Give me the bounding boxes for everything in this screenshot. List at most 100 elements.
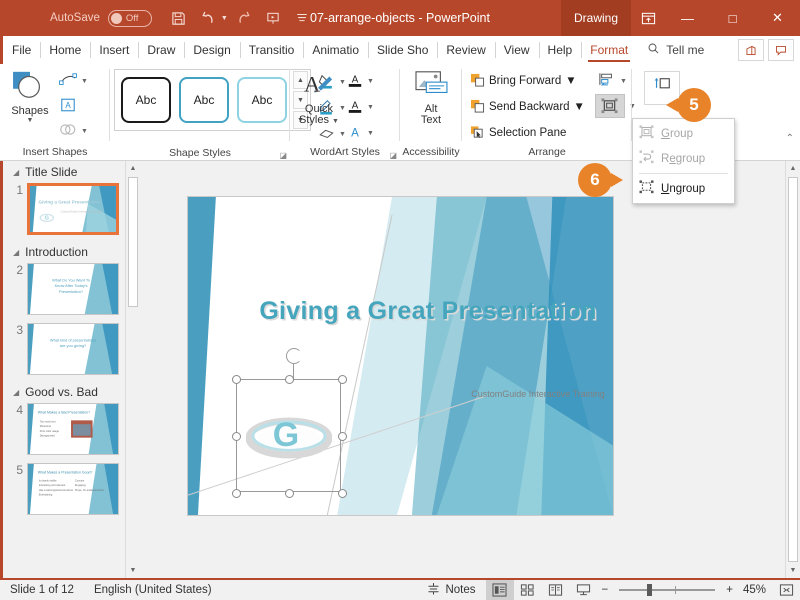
- selection-bounding-box[interactable]: [232, 348, 347, 498]
- share-icon[interactable]: [738, 39, 764, 61]
- slide-sorter-button[interactable]: [514, 580, 542, 600]
- tab-help[interactable]: Help: [538, 36, 582, 64]
- resize-handle-w[interactable]: [232, 432, 241, 441]
- collapse-ribbon-icon[interactable]: ⌃: [786, 133, 794, 144]
- resize-handle-n[interactable]: [285, 375, 294, 384]
- text-effects-button[interactable]: A ▼: [344, 121, 377, 145]
- language-indicator[interactable]: English (United States): [84, 584, 222, 596]
- shape-styles-dialog-launcher[interactable]: ◪: [279, 151, 287, 160]
- fit-slide-to-window-icon[interactable]: [772, 580, 800, 600]
- customize-quick-access-toolbar-icon[interactable]: [289, 5, 315, 31]
- shapes-dropdown-caret[interactable]: ▼: [27, 117, 34, 124]
- slide-thumbnail-2[interactable]: What Do You Want To Know After Today's P…: [27, 263, 119, 315]
- notes-button[interactable]: Notes: [417, 582, 485, 598]
- zoom-level-label[interactable]: 45%: [737, 584, 772, 596]
- shape-style-2[interactable]: Abc: [179, 77, 229, 123]
- align-objects-button[interactable]: ▼: [595, 69, 636, 93]
- merge-shapes-button[interactable]: ▼: [56, 119, 91, 143]
- wordart-styles-dialog-launcher[interactable]: ◪: [389, 151, 397, 160]
- collapse-triangle-icon[interactable]: ◢: [13, 388, 19, 397]
- tab-format[interactable]: Format: [581, 36, 637, 64]
- current-slide[interactable]: Giving a Great Presentation CustomGuide …: [187, 196, 614, 516]
- tab-slide-show[interactable]: Slide Sho: [368, 36, 437, 64]
- thumbnail-row-2[interactable]: 2 What Do You Want To Know After Today's…: [3, 261, 140, 321]
- canvas-scroll-down-icon[interactable]: ▼: [786, 563, 800, 578]
- autosave-toggle[interactable]: Off: [107, 9, 152, 27]
- thumbnail-pane-scrollbar[interactable]: ▲ ▼: [125, 161, 140, 578]
- text-effects-caret[interactable]: ▼: [367, 130, 374, 137]
- section-header-good-vs-bad[interactable]: ◢ Good vs. Bad: [3, 381, 140, 401]
- reading-view-button[interactable]: [542, 580, 570, 600]
- shape-style-3[interactable]: Abc: [237, 77, 287, 123]
- redo-icon[interactable]: [231, 5, 257, 31]
- slide-thumbnail-5[interactable]: What Makes a Presentation Good? Is clear…: [27, 463, 119, 515]
- tab-insert[interactable]: Insert: [90, 36, 138, 64]
- zoom-out-button[interactable]: −: [598, 584, 613, 596]
- menu-item-group[interactable]: Group: [633, 121, 734, 146]
- tab-view[interactable]: View: [494, 36, 539, 64]
- ribbon-display-options-icon[interactable]: [631, 0, 665, 36]
- alt-text-button[interactable]: Alt Text: [407, 67, 455, 128]
- tab-transitions[interactable]: Transitio: [239, 36, 304, 64]
- comments-icon[interactable]: [768, 39, 794, 61]
- scrollbar-thumb[interactable]: [128, 177, 138, 307]
- slideshow-button[interactable]: [570, 580, 598, 600]
- tab-draw[interactable]: Draw: [138, 36, 184, 64]
- slide-thumbnail-4[interactable]: What Makes a Bad Presentation? Too much …: [27, 403, 119, 455]
- resize-handle-ne[interactable]: [338, 375, 347, 384]
- tab-design[interactable]: Design: [184, 36, 239, 64]
- thumbnail-row-1[interactable]: 1 Giving a Great Presentation CustomGuid…: [3, 181, 140, 241]
- maximize-button[interactable]: □: [710, 0, 755, 36]
- thumbnail-row-4[interactable]: 4 What Makes a Bad Presentation? Too muc…: [3, 401, 140, 461]
- section-header-introduction[interactable]: ◢ Introduction: [3, 241, 140, 261]
- bring-forward-button[interactable]: Bring Forward ▼: [466, 69, 589, 93]
- slide-editing-canvas[interactable]: Giving a Great Presentation CustomGuide …: [140, 161, 800, 578]
- scroll-up-arrow-icon[interactable]: ▲: [126, 161, 140, 176]
- slide-counter[interactable]: Slide 1 of 12: [0, 584, 84, 596]
- tab-review[interactable]: Review: [437, 36, 494, 64]
- zoom-in-button[interactable]: +: [722, 584, 737, 596]
- tab-animations[interactable]: Animatio: [303, 36, 368, 64]
- shape-style-1[interactable]: Abc: [121, 77, 171, 123]
- slide-thumbnail-3[interactable]: What kind of presentations are you givin…: [27, 323, 119, 375]
- save-icon[interactable]: [166, 5, 192, 31]
- canvas-scroll-up-icon[interactable]: ▲: [786, 161, 800, 176]
- canvas-scrollbar[interactable]: ▲ ▼: [785, 161, 800, 578]
- send-backward-button[interactable]: Send Backward ▼: [466, 95, 589, 119]
- quick-styles-caret[interactable]: ▼: [332, 118, 339, 125]
- slide-title-text[interactable]: Giving a Great Presentation: [248, 297, 608, 326]
- resize-handle-sw[interactable]: [232, 489, 241, 498]
- collapse-triangle-icon[interactable]: ◢: [13, 168, 19, 177]
- undo-icon[interactable]: [195, 5, 221, 31]
- canvas-scrollbar-thumb[interactable]: [788, 177, 798, 562]
- tab-home[interactable]: Home: [40, 36, 90, 64]
- slide-subtitle-text[interactable]: CustomGuide Interactive Training: [438, 389, 613, 399]
- minimize-button[interactable]: —: [665, 0, 710, 36]
- resize-handle-nw[interactable]: [232, 375, 241, 384]
- group-objects-caret[interactable]: ▼: [629, 103, 636, 110]
- bring-forward-caret[interactable]: ▼: [565, 75, 576, 87]
- close-button[interactable]: ✕: [755, 0, 800, 36]
- group-objects-button[interactable]: [594, 94, 625, 118]
- resize-handle-e[interactable]: [338, 432, 347, 441]
- merge-shapes-caret[interactable]: ▼: [81, 128, 88, 135]
- text-outline-button[interactable]: A ▼: [344, 95, 377, 119]
- start-presentation-icon[interactable]: [260, 5, 286, 31]
- rotation-handle[interactable]: [286, 348, 302, 364]
- zoom-slider-handle[interactable]: [647, 584, 653, 596]
- contextual-tab-drawing[interactable]: Drawing: [560, 0, 631, 36]
- scroll-down-arrow-icon[interactable]: ▼: [126, 563, 140, 578]
- zoom-slider[interactable]: [619, 584, 716, 596]
- send-backward-caret[interactable]: ▼: [574, 101, 585, 113]
- tab-file[interactable]: File: [3, 36, 40, 64]
- wordart-quick-styles-button[interactable]: A Quick Styles ▼: [294, 67, 344, 129]
- tell-me-box[interactable]: Tell me: [637, 36, 714, 64]
- resize-handle-s[interactable]: [285, 489, 294, 498]
- text-fill-caret[interactable]: ▼: [367, 78, 374, 85]
- normal-view-button[interactable]: [485, 580, 514, 600]
- edit-shape-caret[interactable]: ▼: [81, 78, 88, 85]
- text-outline-caret[interactable]: ▼: [367, 104, 374, 111]
- text-box-button[interactable]: A: [56, 94, 91, 118]
- selection-pane-button[interactable]: Selection Pane: [466, 121, 589, 145]
- thumbnail-row-3[interactable]: 3 What kind of presentations are you giv…: [3, 321, 140, 381]
